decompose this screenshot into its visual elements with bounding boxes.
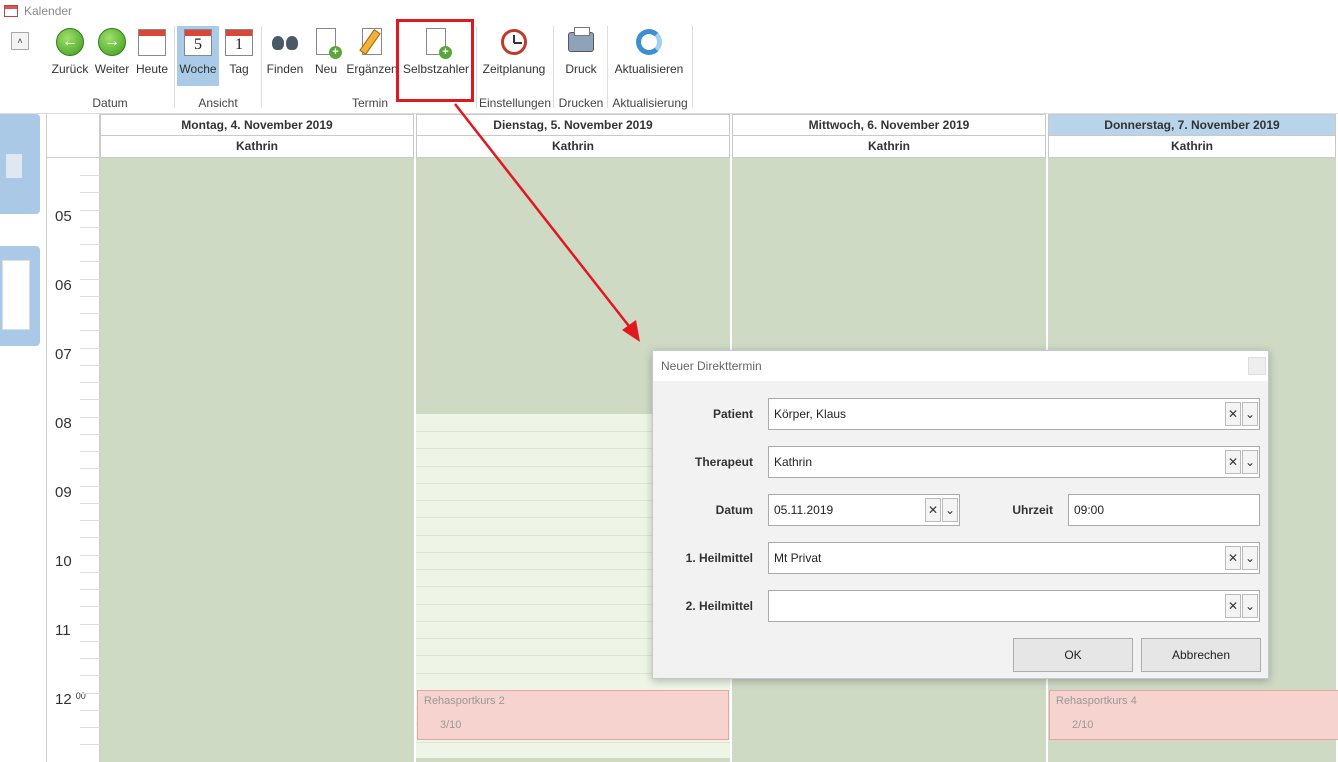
clear-icon[interactable]: ✕ [1225,402,1241,426]
remedy1-combobox[interactable]: Mt Privat ✕ ⌄ [768,542,1260,574]
patient-label: Patient [712,407,753,421]
time-value: 09:00 [1074,503,1105,517]
calendar-window: Kalender ˄ ← Zurück → Weiter Heute Datum… [0,0,1338,762]
cancel-button[interactable]: Abbrechen [1141,638,1261,672]
dialog-close-button[interactable] [1248,357,1266,375]
chevron-down-icon[interactable]: ⌄ [1242,594,1258,618]
remedy1-value: Mt Privat [774,551,822,565]
clear-icon[interactable]: ✕ [1225,594,1241,618]
therapist-label: Therapeut [694,455,753,469]
time-input[interactable]: 09:00 [1068,494,1260,526]
patient-combobox[interactable]: Körper, Klaus ✕ ⌄ [768,398,1260,430]
chevron-down-icon[interactable]: ⌄ [1242,402,1258,426]
time-label: Uhrzeit [1012,503,1053,517]
patient-value: Körper, Klaus [774,407,847,421]
clear-icon[interactable]: ✕ [925,498,941,522]
clear-icon[interactable]: ✕ [1225,546,1241,570]
remedy2-label: 2. Heilmittel [685,599,753,613]
ok-button[interactable]: OK [1013,638,1133,672]
remedy2-combobox[interactable]: ✕ ⌄ [768,590,1260,622]
date-label: Datum [715,503,753,517]
dialog-title: Neuer Direkttermin [653,351,1268,381]
chevron-down-icon[interactable]: ⌄ [1242,450,1258,474]
date-value: 05.11.2019 [774,503,834,517]
clear-icon[interactable]: ✕ [1225,450,1241,474]
new-appointment-dialog: Neuer Direkttermin Patient Körper, Klaus… [652,350,1269,679]
chevron-down-icon[interactable]: ⌄ [1242,546,1258,570]
remedy1-label: 1. Heilmittel [685,551,753,565]
therapist-combobox[interactable]: Kathrin ✕ ⌄ [768,446,1260,478]
date-picker[interactable]: 05.11.2019 ✕ ⌄ [768,494,960,526]
therapist-value: Kathrin [774,455,813,469]
